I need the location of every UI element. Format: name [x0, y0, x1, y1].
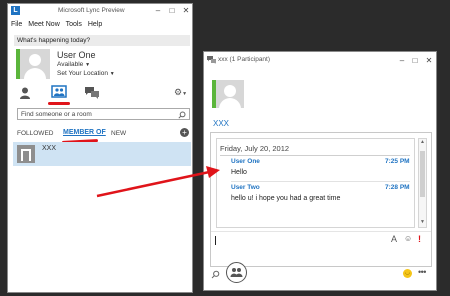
annotation-arrow — [96, 166, 220, 198]
